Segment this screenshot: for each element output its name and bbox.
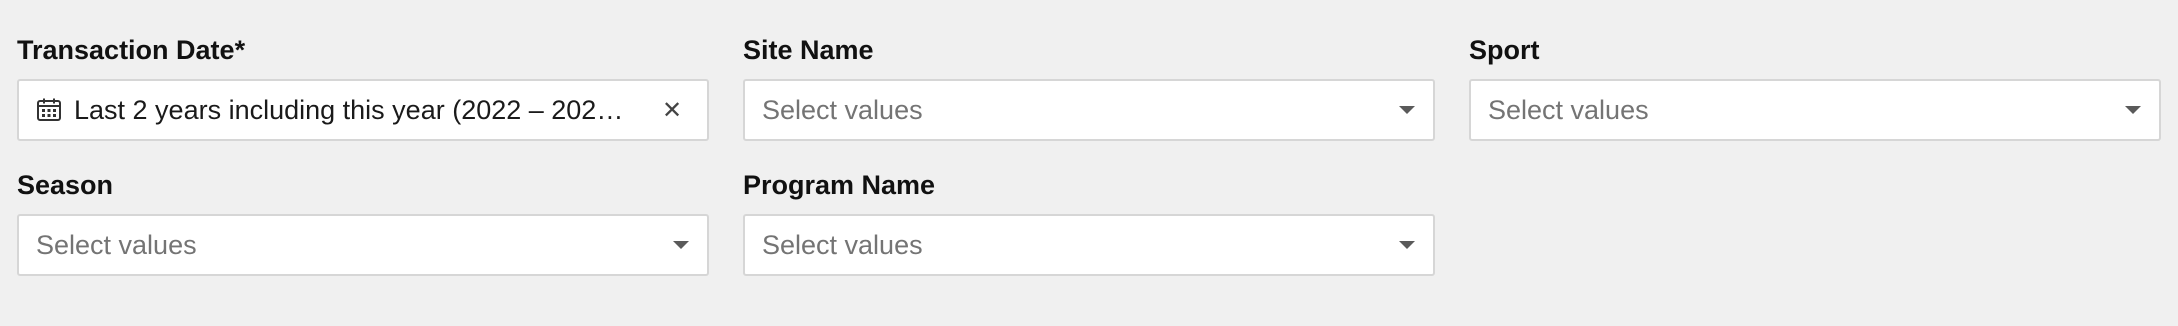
filter-program-name: Program Name Select values: [743, 165, 1435, 276]
calendar-icon: [36, 97, 62, 123]
chevron-down-icon[interactable]: [2125, 106, 2141, 114]
close-icon[interactable]: ✕: [655, 93, 689, 127]
filter-label-site-name: Site Name: [743, 35, 874, 65]
filter-sport: Sport Select values: [1469, 30, 2161, 141]
filter-transaction-date: Transaction Date* Last 2 years including…: [17, 30, 709, 141]
season-placeholder: Select values: [36, 229, 197, 260]
site-name-select[interactable]: Select values: [743, 79, 1435, 141]
filter-label-season: Season: [17, 170, 114, 200]
program-name-select[interactable]: Select values: [743, 214, 1435, 276]
filter-season: Season Select values: [17, 165, 709, 276]
sport-placeholder: Select values: [1488, 94, 1649, 125]
sport-select[interactable]: Select values: [1469, 79, 2161, 141]
chevron-down-icon[interactable]: [1399, 241, 1415, 249]
chevron-down-icon[interactable]: [1399, 106, 1415, 114]
filter-site-name: Site Name Select values: [743, 30, 1435, 141]
date-range-picker[interactable]: Last 2 years including this year (2022 –…: [17, 79, 709, 141]
chevron-down-icon[interactable]: [673, 241, 689, 249]
site-name-placeholder: Select values: [762, 94, 923, 125]
season-select[interactable]: Select values: [17, 214, 709, 276]
filter-panel: Transaction Date* Last 2 years including…: [17, 30, 2161, 276]
program-name-placeholder: Select values: [762, 229, 923, 260]
filter-label-program-name: Program Name: [743, 170, 936, 200]
filter-label-sport: Sport: [1469, 35, 1540, 65]
transaction-date-value: Last 2 years including this year (2022 –…: [74, 94, 624, 125]
filter-label-transaction-date: Transaction Date*: [17, 35, 246, 65]
